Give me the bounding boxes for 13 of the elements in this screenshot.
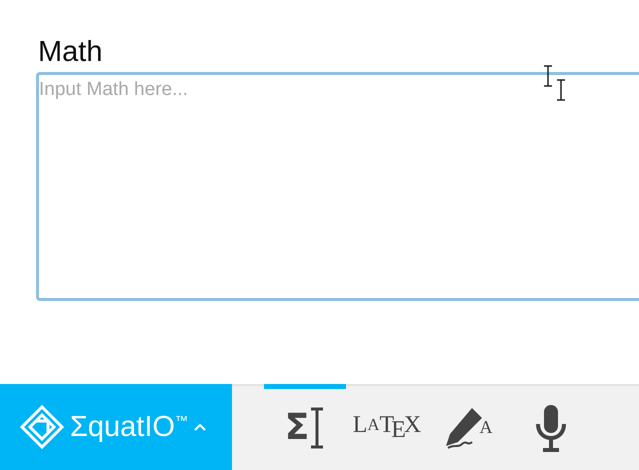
text-cursor-icon — [543, 65, 553, 87]
field-label: Math — [38, 36, 102, 68]
logo-text: ΣquatIO$^{™}$ — [70, 410, 188, 444]
microphone-icon — [534, 404, 568, 452]
sigma-glyph: Σ — [284, 407, 310, 448]
text-cursor-icon — [309, 406, 326, 448]
math-input-field[interactable]: Input Math here... — [36, 72, 639, 301]
math-tool-tab[interactable]: Σ — [264, 384, 346, 466]
handwriting-tool-tab[interactable]: A — [428, 384, 510, 466]
logo-icon — [20, 405, 64, 449]
caret-icon — [194, 423, 206, 431]
text-cursor-icon — [556, 79, 566, 101]
letter-glyph: A — [480, 417, 492, 438]
